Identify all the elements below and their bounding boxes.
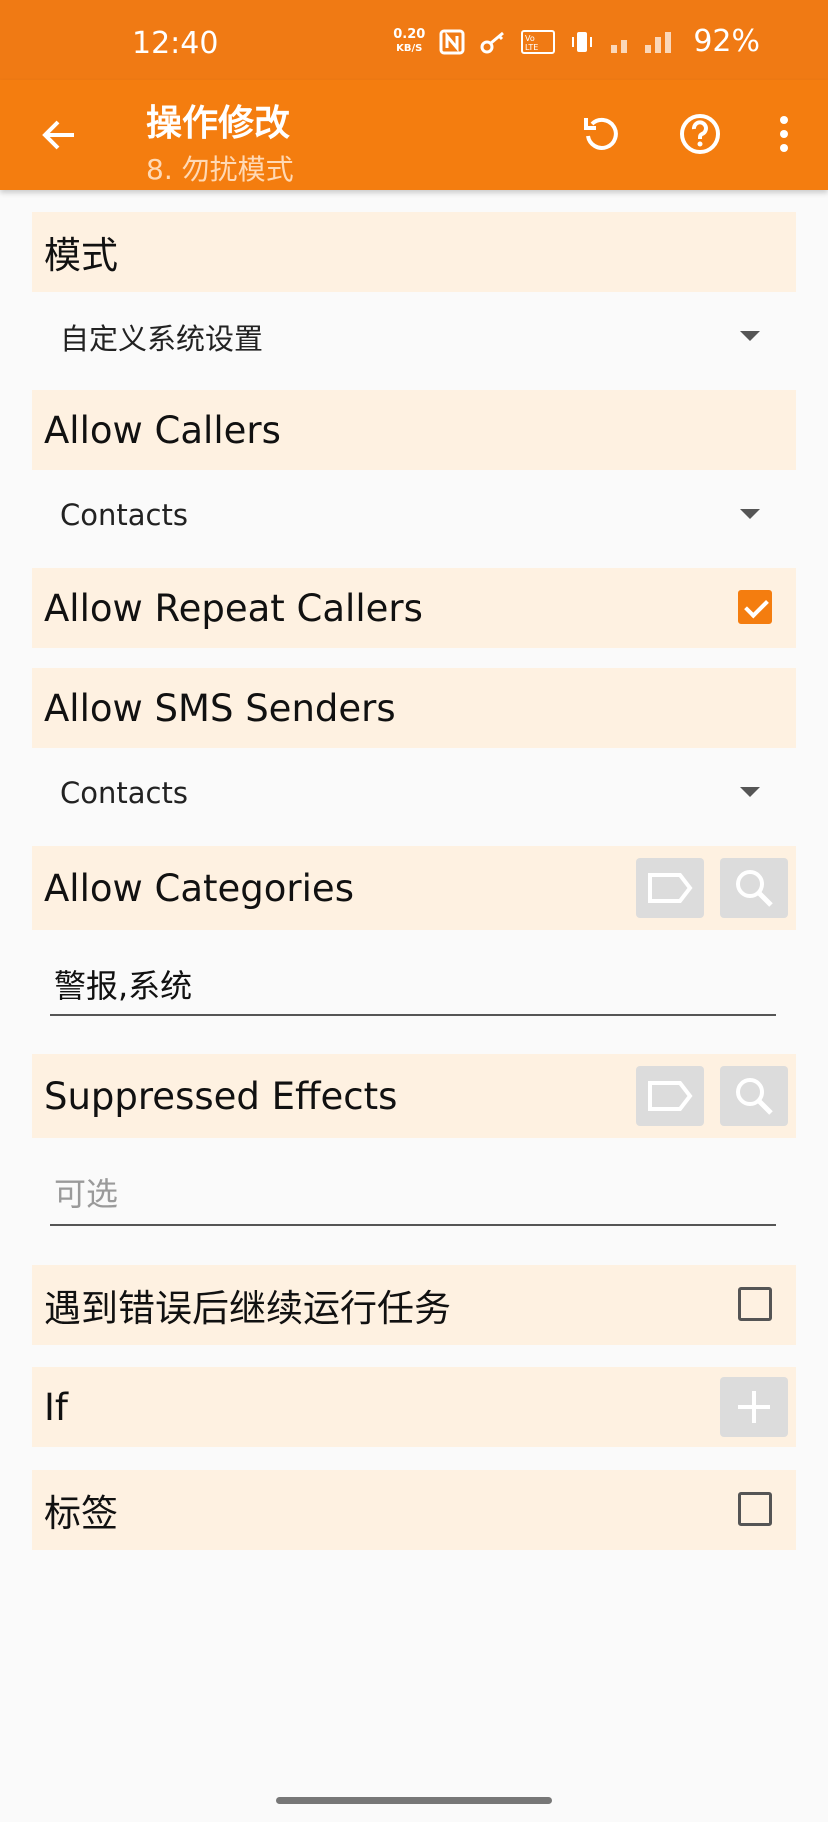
mode-section: 模式	[32, 212, 796, 292]
status-bar: 12:40 0.20 KB/S Vo LTE 92%	[0, 0, 828, 80]
allow-sms-dropdown[interactable]: Contacts	[60, 763, 760, 823]
add-condition-button[interactable]	[720, 1377, 788, 1437]
mode-label: 模式	[44, 234, 118, 277]
mode-dropdown[interactable]: 自定义系统设置	[60, 307, 760, 367]
back-arrow-icon	[42, 120, 74, 150]
allow-sms-value: Contacts	[60, 776, 188, 810]
allow-callers-dropdown[interactable]: Contacts	[60, 485, 760, 545]
plus-icon	[738, 1391, 770, 1423]
tag-checkbox[interactable]	[738, 1492, 772, 1526]
network-speed: 0.20 KB/S	[393, 26, 426, 56]
undo-button[interactable]	[576, 108, 628, 160]
back-button[interactable]	[34, 110, 84, 160]
allow-callers-section: Allow Callers	[32, 390, 796, 470]
tag-section[interactable]: 标签	[32, 1470, 796, 1550]
vibrate-icon	[569, 29, 595, 55]
if-label: If	[44, 1385, 68, 1429]
dropdown-caret-icon	[740, 787, 760, 797]
allow-repeat-callers-label: Allow Repeat Callers	[44, 586, 423, 630]
help-button[interactable]	[674, 108, 726, 160]
dropdown-caret-icon	[740, 331, 760, 341]
network-speed-unit: KB/S	[396, 42, 423, 54]
svg-text:LTE: LTE	[525, 43, 538, 52]
status-time: 12:40	[132, 26, 219, 61]
status-icons: 0.20 KB/S Vo LTE 92%	[393, 24, 760, 59]
allow-sms-label: Allow SMS Senders	[44, 686, 396, 730]
mode-value: 自定义系统设置	[60, 322, 264, 356]
allow-repeat-callers-section[interactable]: Allow Repeat Callers	[32, 568, 796, 648]
search-icon	[736, 870, 773, 907]
help-icon	[680, 114, 720, 154]
if-section: If	[32, 1367, 796, 1447]
gesture-nav-bar[interactable]	[276, 1797, 552, 1804]
overflow-menu-icon	[780, 116, 788, 152]
page-title: 操作修改	[146, 103, 291, 144]
label-tag-icon	[648, 873, 693, 903]
suppressed-effects-field[interactable]	[50, 1164, 776, 1226]
battery-level: 92%	[693, 24, 760, 59]
continue-on-error-label: 遇到错误后继续运行任务	[44, 1287, 451, 1330]
allow-categories-label: Allow Categories	[44, 866, 354, 910]
allow-categories-input[interactable]	[50, 965, 776, 1003]
volte-icon: Vo LTE	[521, 29, 556, 55]
svg-text:Vo: Vo	[525, 34, 535, 43]
undo-icon	[584, 117, 618, 150]
allow-categories-search-button[interactable]	[720, 858, 788, 918]
suppressed-effects-search-button[interactable]	[720, 1066, 788, 1126]
suppressed-effects-tag-button[interactable]	[636, 1066, 704, 1126]
toolbar: 操作修改 8. 勿扰模式	[0, 80, 828, 190]
suppressed-effects-input[interactable]	[50, 1175, 776, 1213]
signal-icon	[609, 29, 679, 55]
continue-on-error-section[interactable]: 遇到错误后继续运行任务	[32, 1265, 796, 1345]
search-icon	[736, 1078, 773, 1115]
allow-repeat-callers-checkbox[interactable]	[738, 590, 772, 624]
continue-on-error-checkbox[interactable]	[738, 1287, 772, 1321]
allow-categories-section: Allow Categories	[32, 846, 796, 930]
suppressed-effects-label: Suppressed Effects	[44, 1074, 398, 1118]
dropdown-caret-icon	[740, 509, 760, 519]
network-speed-value: 0.20	[393, 26, 426, 42]
label-tag-icon	[648, 1081, 693, 1111]
overflow-menu-button[interactable]	[758, 108, 810, 160]
allow-categories-field[interactable]	[50, 954, 776, 1016]
key-icon	[479, 29, 507, 55]
nfc-icon	[439, 29, 465, 55]
suppressed-effects-section: Suppressed Effects	[32, 1054, 796, 1138]
allow-categories-tag-button[interactable]	[636, 858, 704, 918]
allow-callers-label: Allow Callers	[44, 408, 281, 452]
allow-sms-section: Allow SMS Senders	[32, 668, 796, 748]
page-subtitle: 8. 勿扰模式	[146, 153, 294, 186]
tag-label: 标签	[44, 1492, 118, 1535]
allow-callers-value: Contacts	[60, 498, 188, 532]
